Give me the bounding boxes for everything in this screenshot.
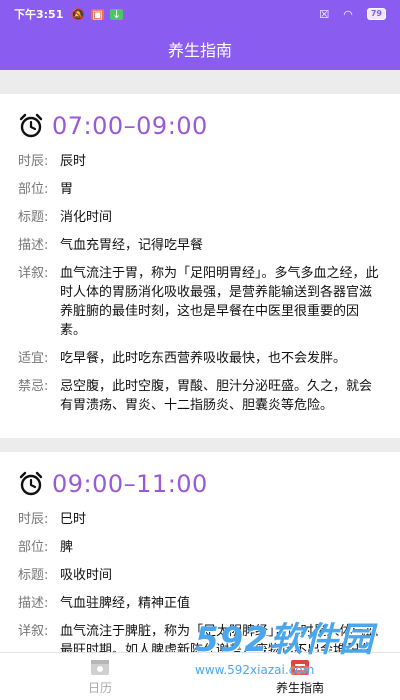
entry-row-xiangxu: 详叙: 血气流注于胃，称为「足阳明胃经」。多气多血之经，此时人体的胃肠消化吸收最强… <box>18 264 382 340</box>
status-time: 下午3:51 <box>14 8 64 21</box>
guide-icon <box>291 659 309 675</box>
row-value: 巳时 <box>60 512 87 527</box>
row-label: 时辰: <box>18 512 49 527</box>
row-value: 忌空腹，此时空腹，胃酸、胆汁分泌旺盛。久之，就会有胃溃疡、胃炎、十二指肠炎、胆囊… <box>60 379 373 413</box>
row-value: 吸收时间 <box>60 568 113 583</box>
tab-guide[interactable]: 养生指南 <box>200 653 400 700</box>
sim-icon: ☒ <box>319 7 330 21</box>
page-title: 养生指南 <box>167 41 232 60</box>
wifi-icon: ◠ <box>343 7 353 21</box>
entry-row-buwei: 部位: 脾 <box>18 538 382 557</box>
entry-row-jinji: 禁忌: 忌空腹，此时空腹，胃酸、胆汁分泌旺盛。久之，就会有胃溃疡、胃炎、十二指肠炎… <box>18 377 382 415</box>
row-label: 禁忌: <box>18 379 49 394</box>
tab-calendar[interactable]: 日历 <box>0 653 200 700</box>
entry-time-range: 09:00–11:00 <box>52 470 208 498</box>
entry-row-xiangxu: 详叙: 血气流注于脾脏，称为「足太阴脾经」，此时是人体气血最旺时期。如人脾虚新陈代… <box>18 622 382 652</box>
row-label: 描述: <box>18 596 49 611</box>
entry-row-shiyi: 适宜: 吃早餐，此时吃东西营养吸收最快，也不会发胖。 <box>18 349 382 368</box>
entry-time-range: 07:00–09:00 <box>52 112 208 140</box>
card-gap <box>0 438 400 452</box>
entry-card-2: 09:00–11:00 时辰: 巳时 部位: 脾 标题: 吸收时间 描述: 气血驻脾经，… <box>0 452 400 652</box>
calendar-icon <box>91 659 109 675</box>
row-label: 标题: <box>18 210 49 225</box>
entry-time-row: 09:00–11:00 <box>18 470 382 498</box>
entry-row-biaoti: 标题: 消化时间 <box>18 208 382 227</box>
status-right: ☒ ◠ 79 <box>319 8 386 21</box>
row-value: 脾 <box>60 540 74 555</box>
row-label: 时辰: <box>18 154 49 169</box>
row-value: 胃 <box>60 182 74 197</box>
entry-card-1: 07:00–09:00 时辰: 辰时 部位: 胃 标题: 消化时间 描述: 气血充胃经，… <box>0 94 400 438</box>
row-label: 详叙: <box>18 266 49 281</box>
status-bar: 下午3:51 🔕 ▣ ↓ ☒ ◠ 79 <box>0 0 400 28</box>
row-value: 消化时间 <box>60 210 113 225</box>
entry-row-buwei: 部位: 胃 <box>18 180 382 199</box>
battery-indicator: 79 <box>366 8 386 20</box>
entry-row-miaoshu: 描述: 气血驻脾经，精神正值 <box>18 594 382 613</box>
entry-row-shichen: 时辰: 辰时 <box>18 152 382 171</box>
tab-label: 日历 <box>87 680 112 695</box>
bottom-tab-bar: 日历 养生指南 <box>0 652 400 700</box>
row-value: 血气流注于胃，称为「足阳明胃经」。多气多血之经，此时人体的胃肠消化吸收最强，是营… <box>60 266 379 338</box>
row-label: 标题: <box>18 568 49 583</box>
alarm-clock-icon <box>19 113 43 138</box>
row-label: 适宜: <box>18 351 49 366</box>
notification-app-icon: ▣ <box>91 7 105 21</box>
row-value: 吃早餐，此时吃东西营养吸收最快，也不会发胖。 <box>60 351 347 366</box>
entry-time-row: 07:00–09:00 <box>18 112 382 140</box>
row-label: 部位: <box>18 540 49 555</box>
entry-row-biaoti: 标题: 吸收时间 <box>18 566 382 585</box>
entry-row-miaoshu: 描述: 气血充胃经，记得吃早餐 <box>18 236 382 255</box>
row-value: 气血充胃经，记得吃早餐 <box>60 238 204 253</box>
tab-label: 养生指南 <box>275 680 324 695</box>
content-scroll[interactable]: 07:00–09:00 时辰: 辰时 部位: 胃 标题: 消化时间 描述: 气血充胃经，… <box>0 70 400 652</box>
row-label: 部位: <box>18 182 49 197</box>
alarm-clock-icon <box>19 471 43 496</box>
top-gap <box>0 70 400 94</box>
row-value: 血气流注于脾脏，称为「足太阴脾经」，此时是人体气血最旺时期。如人脾虚新陈代谢差，… <box>60 624 379 652</box>
app-header: 养生指南 <box>0 28 400 70</box>
download-app-icon: ↓ <box>110 7 124 21</box>
row-label: 详叙: <box>18 624 49 639</box>
row-value: 气血驻脾经，精神正值 <box>60 596 191 611</box>
entry-row-shichen: 时辰: 巳时 <box>18 510 382 529</box>
row-value: 辰时 <box>60 154 87 169</box>
mute-bell-icon: 🔕 <box>71 7 86 21</box>
row-label: 描述: <box>18 238 49 253</box>
